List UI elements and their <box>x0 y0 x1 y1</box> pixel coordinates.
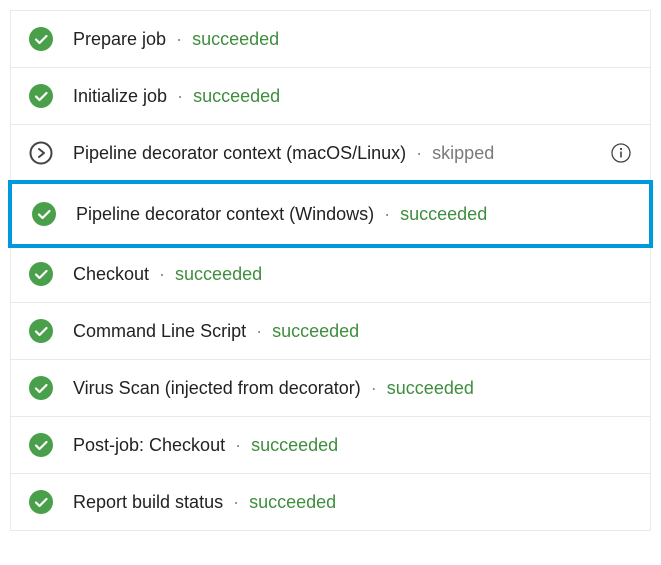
step-name: Initialize job <box>73 86 167 107</box>
status-icon-wrap <box>29 141 53 165</box>
step-name: Virus Scan (injected from decorator) <box>73 378 361 399</box>
success-icon <box>32 202 56 226</box>
skipped-icon <box>29 141 53 165</box>
step-row[interactable]: Pipeline decorator context (Windows) · suc… <box>8 180 653 248</box>
status-icon-wrap <box>29 84 53 108</box>
separator: · <box>235 435 241 456</box>
status-icon-wrap <box>29 27 53 51</box>
step-name: Report build status <box>73 492 223 513</box>
step-name: Pipeline decorator context (Windows) <box>76 204 374 225</box>
step-row[interactable]: Command Line Script · succeeded <box>11 303 650 360</box>
success-icon <box>29 27 53 51</box>
status-icon-wrap <box>29 319 53 343</box>
step-row[interactable]: Prepare job · succeeded <box>11 11 650 68</box>
success-icon <box>29 262 53 286</box>
step-name: Pipeline decorator context (macOS/Linux) <box>73 143 406 164</box>
separator: · <box>233 492 239 513</box>
success-icon <box>29 433 53 457</box>
step-name: Prepare job <box>73 29 166 50</box>
info-icon[interactable] <box>611 143 631 163</box>
status-icon-wrap <box>29 433 53 457</box>
status-icon-wrap <box>29 376 53 400</box>
step-status: succeeded <box>251 435 338 456</box>
step-status: succeeded <box>249 492 336 513</box>
step-row[interactable]: Post-job: Checkout · succeeded <box>11 417 650 474</box>
step-name: Checkout <box>73 264 149 285</box>
separator: · <box>371 378 377 399</box>
step-name: Command Line Script <box>73 321 246 342</box>
status-icon-wrap <box>29 490 53 514</box>
step-status: skipped <box>432 143 494 164</box>
success-icon <box>29 376 53 400</box>
step-name: Post-job: Checkout <box>73 435 225 456</box>
pipeline-steps-list: Prepare job · succeeded Initialize job · suc… <box>10 10 651 531</box>
success-icon <box>29 490 53 514</box>
separator: · <box>176 29 182 50</box>
step-row[interactable]: Virus Scan (injected from decorator) · suc… <box>11 360 650 417</box>
step-row[interactable]: Checkout · succeeded <box>11 246 650 303</box>
step-status: succeeded <box>272 321 359 342</box>
status-icon-wrap <box>29 262 53 286</box>
success-icon <box>29 84 53 108</box>
success-icon <box>29 319 53 343</box>
step-status: succeeded <box>400 204 487 225</box>
step-status: succeeded <box>193 86 280 107</box>
step-row[interactable]: Pipeline decorator context (macOS/Linux)… <box>11 125 650 182</box>
info-button[interactable] <box>610 142 632 164</box>
separator: · <box>384 204 390 225</box>
separator: · <box>416 143 422 164</box>
step-row[interactable]: Initialize job · succeeded <box>11 68 650 125</box>
step-status: succeeded <box>175 264 262 285</box>
step-status: succeeded <box>192 29 279 50</box>
status-icon-wrap <box>32 202 56 226</box>
separator: · <box>177 86 183 107</box>
separator: · <box>256 321 262 342</box>
step-row[interactable]: Report build status · succeeded <box>11 474 650 531</box>
step-status: succeeded <box>387 378 474 399</box>
separator: · <box>159 264 165 285</box>
